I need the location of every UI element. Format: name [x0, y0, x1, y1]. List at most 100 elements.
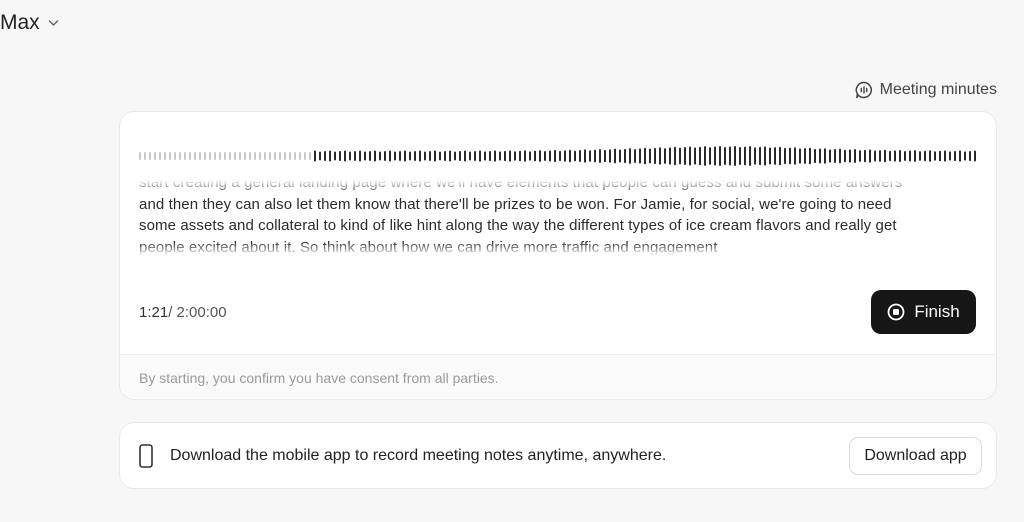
- waveform-bar: [259, 152, 261, 160]
- waveform-bar: [959, 150, 961, 162]
- waveform-bar: [434, 150, 436, 162]
- mobile-phone-icon: [139, 444, 153, 468]
- waveform-bar: [859, 150, 861, 162]
- waveform-bar: [269, 152, 271, 160]
- waveform-bar: [429, 150, 431, 162]
- waveform-bar: [934, 151, 936, 161]
- waveform-bar: [314, 150, 316, 162]
- model-switcher[interactable]: Max: [0, 10, 59, 36]
- waveform-bar: [679, 147, 681, 165]
- waveform-bar: [909, 150, 911, 162]
- waveform-bar: [304, 152, 306, 160]
- waveform-bar: [894, 150, 896, 162]
- transcript-line: some assets and collateral to kind of li…: [139, 217, 897, 234]
- waveform-bar: [504, 150, 506, 162]
- waveform-bar: [424, 151, 426, 161]
- waveform-bar: [899, 149, 901, 163]
- waveform-bar: [564, 150, 566, 162]
- waveform-bar: [354, 150, 356, 162]
- meeting-minutes-label: Meeting minutes: [879, 81, 997, 98]
- waveform-bar: [689, 146, 691, 166]
- waveform-bar: [399, 150, 401, 162]
- waveform-bar: [874, 150, 876, 162]
- meeting-minutes-link[interactable]: Meeting minutes: [855, 79, 997, 101]
- waveform-bar: [309, 152, 311, 160]
- waveform-bar: [699, 146, 701, 166]
- waveform-bar: [264, 152, 266, 160]
- waveform-bar: [734, 146, 736, 166]
- waveform-bar: [229, 152, 231, 160]
- waveform-bar: [884, 149, 886, 163]
- waveform-bar: [949, 151, 951, 161]
- waveform-bar: [644, 147, 646, 165]
- waveform-bar: [409, 151, 411, 161]
- total-time: / 2:00:00: [168, 304, 227, 321]
- waveform-bar: [224, 152, 226, 160]
- waveform-bar: [329, 150, 331, 162]
- waveform-bar: [719, 146, 721, 166]
- transcript-text: start creating a general landing page wh…: [139, 180, 979, 256]
- waveform-bar: [569, 149, 571, 163]
- waveform-bar: [914, 150, 916, 162]
- waveform-bar: [794, 147, 796, 165]
- waveform-bar: [379, 151, 381, 161]
- waveform-bar: [744, 146, 746, 166]
- waveform-bar: [804, 148, 806, 164]
- waveform-bar: [709, 147, 711, 165]
- waveform-bar: [814, 148, 816, 164]
- waveform-bar: [404, 150, 406, 162]
- waveform-bar: [494, 150, 496, 162]
- waveform-bar: [774, 147, 776, 165]
- waveform-bar: [924, 150, 926, 162]
- elapsed-time: 1:21: [139, 304, 169, 321]
- finish-button[interactable]: Finish: [871, 290, 976, 334]
- waveform-bar: [889, 150, 891, 162]
- waveform-bar: [159, 152, 161, 160]
- waveform-bar: [609, 149, 611, 163]
- waveform-bar: [614, 148, 616, 164]
- waveform-bar: [589, 150, 591, 162]
- waveform-bar: [419, 150, 421, 162]
- waveform-bar: [364, 151, 366, 161]
- waveform-bar: [879, 150, 881, 162]
- waveform-bar: [654, 147, 656, 165]
- chevron-down-icon: [48, 20, 58, 26]
- waveform-bar: [759, 146, 761, 166]
- waveform-bar: [374, 150, 376, 162]
- waveform-bar: [499, 151, 501, 161]
- waveform-bar: [394, 151, 396, 161]
- waveform-bar: [344, 150, 346, 162]
- waveform-bar: [234, 152, 236, 160]
- waveform-bar: [194, 152, 196, 160]
- waveform-bar: [684, 147, 686, 165]
- waveform-bar: [974, 150, 976, 162]
- waveform-bar: [724, 147, 726, 165]
- waveform-bar: [834, 148, 836, 164]
- finish-label: Finish: [914, 302, 960, 321]
- waveform-bar: [599, 149, 601, 163]
- waveform-bar: [474, 150, 476, 162]
- waveform-bar: [249, 152, 251, 160]
- waveform-bar: [784, 147, 786, 165]
- waveform-bar: [454, 151, 456, 161]
- waveform-bar: [279, 152, 281, 160]
- waveform-bar: [179, 152, 181, 160]
- waveform-bar: [349, 151, 351, 161]
- waveform-bar: [739, 147, 741, 165]
- download-app-label: Download app: [864, 447, 967, 464]
- waveform-bar: [154, 152, 156, 160]
- consent-notice: By starting, you confirm you have consen…: [120, 354, 996, 399]
- waveform-bar: [414, 150, 416, 162]
- waveform-bar: [294, 152, 296, 160]
- transcript-line: people excited about it. So think about …: [139, 238, 718, 256]
- waveform-bar: [839, 148, 841, 164]
- waveform-bar: [489, 150, 491, 162]
- download-app-button[interactable]: Download app: [849, 437, 982, 475]
- waveform-bar: [659, 147, 661, 165]
- waveform-bar: [904, 151, 906, 161]
- waveform-bar: [639, 148, 641, 164]
- waveform-bar: [449, 150, 451, 162]
- consent-text: By starting, you confirm you have consen…: [139, 370, 499, 386]
- waveform-bar: [459, 150, 461, 162]
- waveform-bar: [954, 150, 956, 162]
